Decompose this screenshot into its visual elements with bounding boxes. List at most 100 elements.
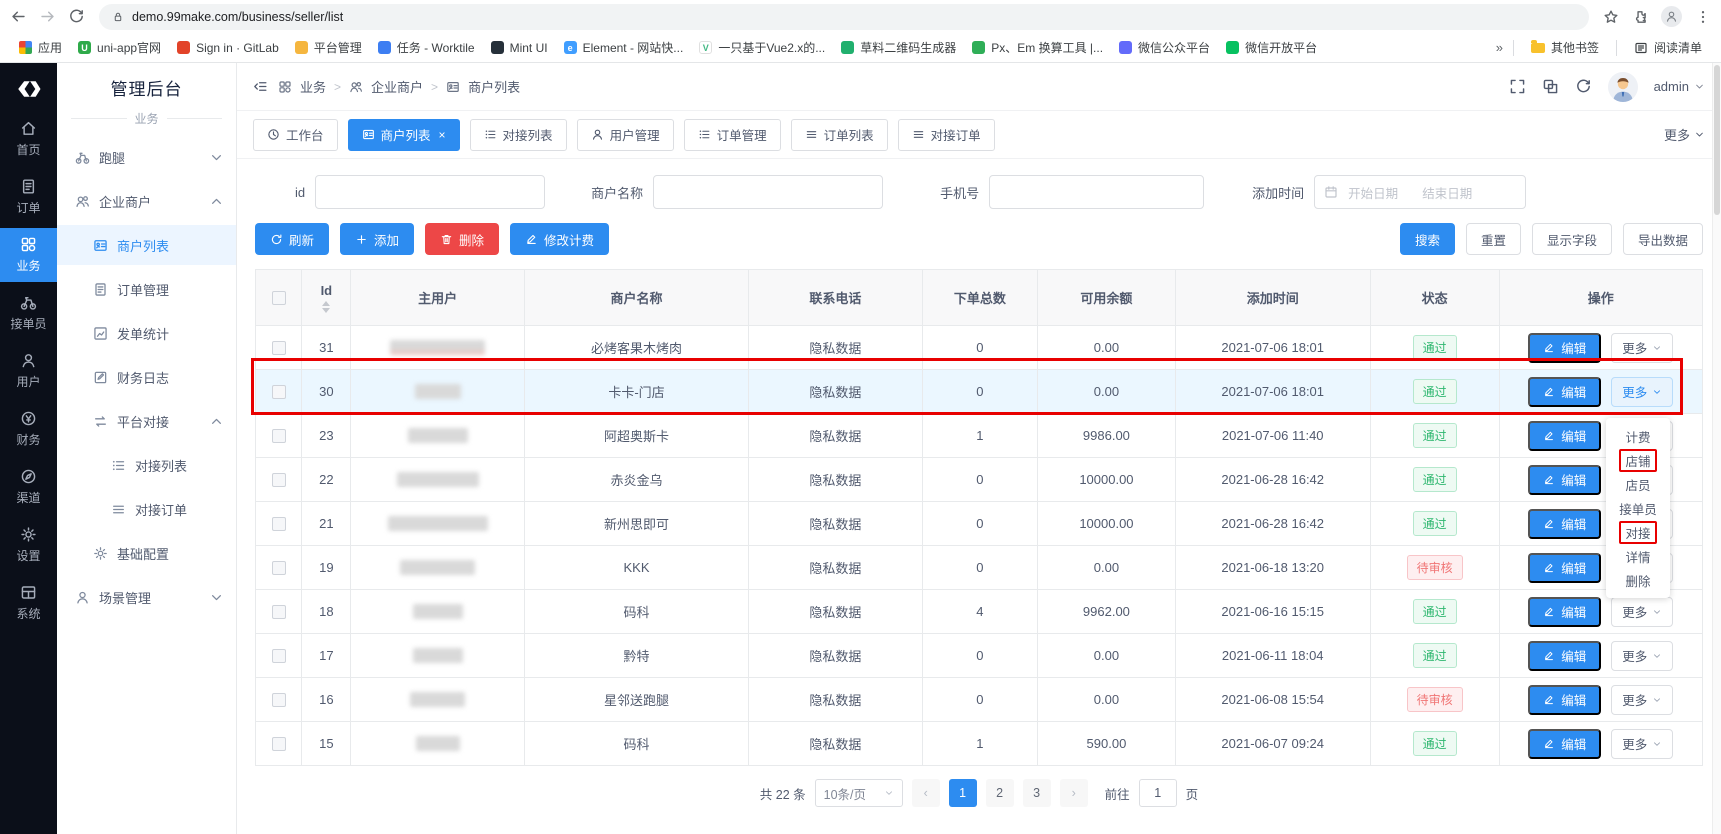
bookmark-item[interactable]: eElement - 网站快... [557, 36, 691, 59]
tab-order-manage[interactable]: 订单管理 [684, 119, 781, 151]
tab-user-manage[interactable]: 用户管理 [577, 119, 674, 151]
rail-item-business[interactable]: 业务 [0, 228, 57, 282]
breadcrumb-item[interactable]: 商户列表 [446, 77, 520, 96]
sidebar-item-dispatch-stats[interactable]: 发单统计 [57, 313, 236, 353]
tab-join-order[interactable]: 对接订单 [898, 119, 995, 151]
edit-fee-button[interactable]: 修改计费 [510, 223, 609, 255]
bookmark-item[interactable]: V一只基于Vue2.x的... [692, 36, 832, 59]
edit-button[interactable]: 编辑 [1528, 597, 1601, 627]
more-button[interactable]: 更多 [1611, 729, 1673, 759]
sidebar-item-platform-join[interactable]: 平台对接 [57, 401, 236, 441]
page-scrollbar[interactable] [1712, 63, 1721, 834]
user-avatar[interactable] [1608, 72, 1638, 102]
refresh-button[interactable]: 刷新 [255, 223, 329, 255]
scrollbar-thumb[interactable] [1714, 65, 1720, 215]
prev-page-button[interactable]: ‹ [912, 779, 940, 807]
bookmark-item[interactable]: 任务 - Worktile [371, 36, 482, 59]
row-checkbox[interactable] [272, 561, 286, 575]
dropdown-item-billing[interactable]: 计费 [1606, 424, 1670, 448]
filter-id-input[interactable] [315, 175, 545, 209]
sidebar-collapse-icon[interactable] [253, 79, 268, 94]
page-size-select[interactable]: 10条/页 [815, 779, 903, 807]
bookmark-item[interactable]: Px、Em 换算工具 |... [965, 36, 1110, 59]
row-checkbox[interactable] [272, 605, 286, 619]
browser-profile-avatar[interactable] [1661, 6, 1682, 27]
sidebar-item-finance-log[interactable]: 财务日志 [57, 357, 236, 397]
more-button[interactable]: 更多 [1611, 641, 1673, 671]
more-button[interactable]: 更多 [1611, 685, 1673, 715]
bookmark-star-icon[interactable] [1603, 9, 1619, 25]
dropdown-item-delete[interactable]: 删除 [1606, 568, 1670, 592]
reset-button[interactable]: 重置 [1466, 223, 1521, 255]
sidebar-item-enterprise[interactable]: 企业商户 [57, 181, 236, 221]
dropdown-item-clerk[interactable]: 店员 [1606, 472, 1670, 496]
rail-item-home[interactable]: 首页 [0, 112, 57, 166]
other-bookmarks-button[interactable]: 其他书签 [1524, 36, 1606, 59]
back-icon[interactable] [10, 8, 27, 25]
date-range-picker[interactable]: 开始日期结束日期 [1314, 175, 1526, 209]
theme-icon[interactable] [1542, 78, 1559, 95]
rail-item-system[interactable]: 系统 [0, 576, 57, 630]
app-logo[interactable] [16, 76, 42, 102]
breadcrumb-item[interactable]: 企业商户 [349, 77, 423, 96]
row-checkbox[interactable] [272, 737, 286, 751]
bookmark-item[interactable]: 应用 [12, 36, 69, 59]
tab-workbench[interactable]: 工作台 [253, 119, 338, 151]
tabs-more-button[interactable]: 更多 [1664, 125, 1705, 144]
sidebar-item-seller-list[interactable]: 商户列表 [57, 225, 236, 265]
edit-button[interactable]: 编辑 [1528, 377, 1601, 407]
admin-menu[interactable]: admin [1654, 79, 1705, 94]
edit-button[interactable]: 编辑 [1528, 509, 1601, 539]
edit-button[interactable]: 编辑 [1528, 421, 1601, 451]
filter-phone-input[interactable] [989, 175, 1204, 209]
more-button[interactable]: 更多 [1611, 597, 1673, 627]
sort-desc-icon[interactable] [322, 308, 330, 313]
bookmark-item[interactable]: 平台管理 [288, 36, 369, 59]
page-button-3[interactable]: 3 [1023, 779, 1051, 807]
url-text[interactable]: demo.99make.com/business/seller/list [132, 10, 343, 24]
edit-button[interactable]: 编辑 [1528, 465, 1601, 495]
reload-icon[interactable] [68, 8, 85, 25]
rail-item-order[interactable]: 订单 [0, 170, 57, 224]
rail-item-channel[interactable]: 渠道 [0, 460, 57, 514]
rail-item-settings[interactable]: 设置 [0, 518, 57, 572]
edit-button[interactable]: 编辑 [1528, 685, 1601, 715]
show-fields-button[interactable]: 显示字段 [1532, 223, 1612, 255]
extensions-icon[interactable] [1632, 9, 1648, 25]
row-checkbox[interactable] [272, 429, 286, 443]
page-button-2[interactable]: 2 [986, 779, 1014, 807]
rail-item-user[interactable]: 用户 [0, 344, 57, 398]
sidebar-item-scene-manage[interactable]: 场景管理 [57, 577, 236, 617]
row-checkbox[interactable] [272, 473, 286, 487]
tab-join-list[interactable]: 对接列表 [470, 119, 567, 151]
add-button[interactable]: 添加 [340, 223, 414, 255]
sidebar-item-order-manage[interactable]: 订单管理 [57, 269, 236, 309]
sidebar-item-join-list[interactable]: 对接列表 [57, 445, 236, 485]
bookmark-item[interactable]: 草料二维码生成器 [834, 36, 963, 59]
breadcrumb-item[interactable]: 业务 [278, 77, 326, 96]
sort-carets-icon[interactable] [322, 301, 330, 313]
tab-order-list[interactable]: 订单列表 [791, 119, 888, 151]
bookmark-item[interactable]: Uuni-app官网 [71, 36, 168, 59]
search-button[interactable]: 搜索 [1400, 223, 1455, 255]
sidebar-item-paotui[interactable]: 跑腿 [57, 137, 236, 177]
rail-item-courier[interactable]: 接单员 [0, 286, 57, 340]
refresh-page-icon[interactable] [1575, 78, 1592, 95]
edit-button[interactable]: 编辑 [1528, 333, 1601, 363]
dropdown-item-shop[interactable]: 店铺 [1606, 448, 1670, 472]
browser-menu-icon[interactable] [1695, 9, 1711, 25]
filter-name-input[interactable] [653, 175, 883, 209]
dropdown-item-courier[interactable]: 接单员 [1606, 496, 1670, 520]
sidebar-item-join-order[interactable]: 对接订单 [57, 489, 236, 529]
row-checkbox[interactable] [272, 385, 286, 399]
edit-button[interactable]: 编辑 [1528, 729, 1601, 759]
dropdown-item-detail[interactable]: 详情 [1606, 544, 1670, 568]
rail-item-finance[interactable]: 财务 [0, 402, 57, 456]
forward-icon[interactable] [39, 8, 56, 25]
select-all-checkbox[interactable] [272, 291, 286, 305]
bookmark-item[interactable]: 微信公众平台 [1112, 36, 1217, 59]
bookmarks-overflow-chevron[interactable]: » [1496, 40, 1503, 55]
row-checkbox[interactable] [272, 341, 286, 355]
url-bar[interactable]: demo.99make.com/business/seller/list [99, 4, 1589, 30]
next-page-button[interactable]: › [1060, 779, 1088, 807]
